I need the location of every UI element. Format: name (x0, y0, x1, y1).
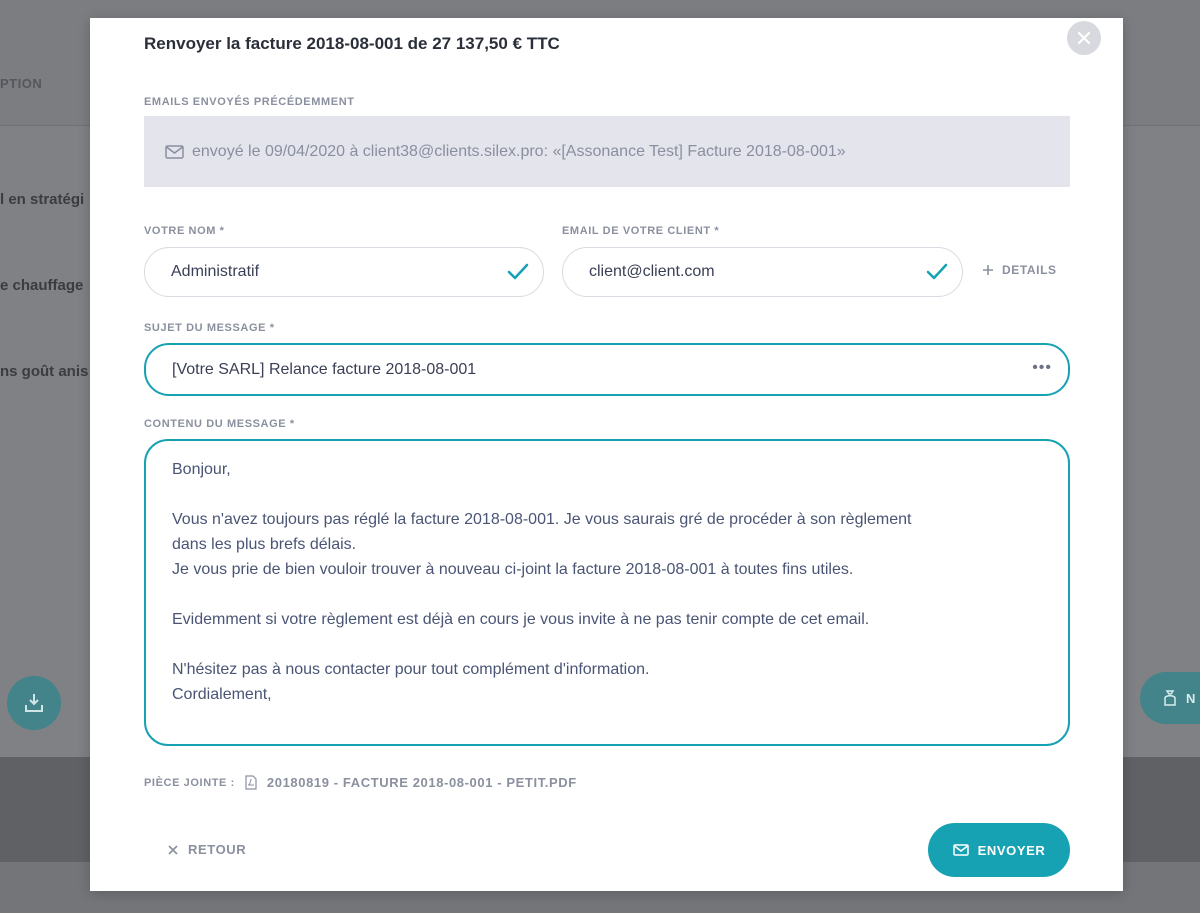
content-line: N'hésitez pas à nous contacter pour tout… (172, 661, 650, 678)
close-x-icon (168, 844, 178, 855)
client-email-value: client@client.com (589, 263, 715, 280)
check-icon (926, 263, 948, 280)
attachment-filename[interactable]: 20180819 - FACTURE 2018-08-001 - PETIT.P… (267, 775, 577, 790)
name-field[interactable]: Administratif (144, 247, 544, 297)
resend-invoice-modal: Renvoyer la facture 2018-08-001 de 27 13… (90, 18, 1123, 891)
name-field-label: VOTRE NOM * (144, 225, 225, 237)
content-line (172, 482, 1042, 507)
more-options-icon[interactable]: ••• (1032, 359, 1052, 377)
close-icon (1077, 31, 1091, 45)
details-link[interactable]: DETAILS (982, 263, 1057, 277)
name-field-value: Administratif (171, 263, 260, 280)
content-line: Vous n'avez toujours pas réglé la factur… (172, 511, 912, 528)
background-download-button (7, 676, 61, 730)
content-line: Je vous prie de bien vouloir trouver à n… (172, 561, 854, 578)
background-row-1: l en stratégi (0, 191, 85, 208)
content-line: dans les plus brefs délais. (172, 536, 357, 553)
modal-title: Renvoyer la facture 2018-08-001 de 27 13… (144, 34, 560, 53)
content-line (172, 582, 1042, 607)
envelope-icon (952, 844, 969, 856)
check-icon (507, 263, 529, 280)
send-button[interactable]: ENVOYER (928, 823, 1070, 877)
content-textarea[interactable]: Bonjour, Vous n'avez toujours pas réglé … (144, 439, 1070, 746)
background-right-button: N (1140, 672, 1200, 724)
pdf-file-icon (245, 775, 257, 790)
attachment-row: PIÈCE JOINTE : 20180819 - FACTURE 2018-0… (144, 775, 577, 790)
background-right-button-label: N (1186, 690, 1196, 706)
content-field-label: CONTENU DU MESSAGE * (144, 418, 295, 430)
client-email-field[interactable]: client@client.com (562, 247, 963, 297)
attachment-label: PIÈCE JOINTE : (144, 776, 235, 789)
close-button[interactable] (1067, 21, 1101, 55)
download-icon (25, 694, 43, 712)
plus-icon (983, 265, 993, 275)
content-line: Evidemment si votre règlement est déjà e… (172, 611, 870, 628)
subject-field-value: [Votre SARL] Relance facture 2018-08-001 (172, 360, 477, 378)
background-row-2: e chauffage (0, 277, 84, 294)
background-row-3: ns goût anis (0, 363, 89, 380)
back-button[interactable]: RETOUR (168, 842, 246, 857)
envelope-icon (165, 144, 184, 159)
content-line: Cordialement, (172, 686, 272, 703)
sent-email-entry: envoyé le 09/04/2020 à client38@clients.… (192, 142, 846, 160)
back-button-label: RETOUR (188, 842, 247, 857)
sent-emails-box: envoyé le 09/04/2020 à client38@clients.… (144, 116, 1070, 187)
sent-emails-label: EMAILS ENVOYÉS PRÉCÉDEMMENT (144, 96, 355, 108)
subject-field[interactable]: [Votre SARL] Relance facture 2018-08-001… (144, 343, 1070, 396)
client-email-label: EMAIL DE VOTRE CLIENT * (562, 225, 720, 237)
background-column-label: PTION (0, 76, 43, 91)
subject-field-label: SUJET DU MESSAGE * (144, 322, 275, 334)
money-bag-icon (1164, 690, 1176, 706)
details-label: DETAILS (1002, 263, 1057, 277)
send-button-label: ENVOYER (977, 842, 1046, 858)
content-line: Bonjour, (172, 461, 231, 478)
content-line (172, 632, 1042, 657)
